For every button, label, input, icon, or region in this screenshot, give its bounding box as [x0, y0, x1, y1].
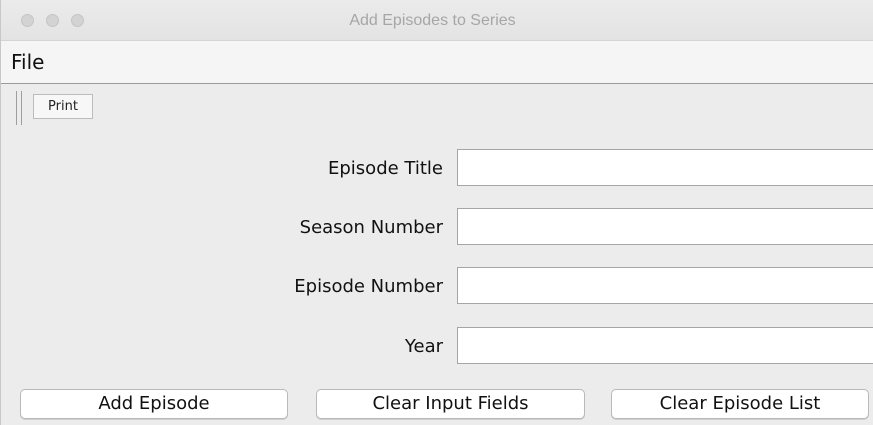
window-title: Add Episodes to Series — [349, 12, 516, 29]
menu-bar: File — [1, 41, 873, 84]
add-episode-button[interactable]: Add Episode — [20, 389, 288, 419]
print-button[interactable]: Print — [33, 94, 93, 119]
year-label: Year — [404, 336, 443, 357]
app-window: Add Episodes to Series File Print Episod… — [0, 0, 873, 425]
year-input[interactable] — [457, 327, 873, 364]
menu-file[interactable]: File — [11, 41, 44, 84]
episode-title-label: Episode Title — [328, 158, 443, 179]
episode-number-label: Episode Number — [294, 276, 443, 297]
clear-input-fields-button[interactable]: Clear Input Fields — [316, 389, 585, 419]
episode-number-input[interactable] — [457, 267, 873, 304]
toolbar: Print — [1, 85, 873, 133]
title-bar[interactable]: Add Episodes to Series — [1, 0, 873, 41]
season-number-input[interactable] — [457, 208, 873, 245]
episode-title-input[interactable] — [457, 149, 873, 186]
season-number-label: Season Number — [299, 217, 443, 238]
toolbar-drag-handle[interactable] — [16, 91, 22, 125]
clear-episode-list-button[interactable]: Clear Episode List — [611, 389, 869, 419]
